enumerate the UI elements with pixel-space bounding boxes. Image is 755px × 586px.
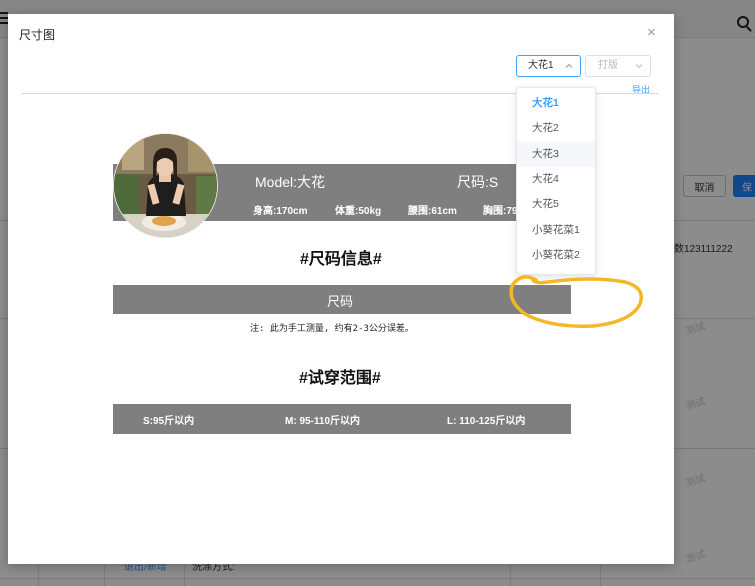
dropdown-option[interactable]: 大花5 bbox=[517, 192, 595, 217]
dropdown-option[interactable]: 小葵花菜1 bbox=[517, 218, 595, 243]
chevron-up-icon bbox=[565, 63, 573, 68]
dropdown-option[interactable]: 大花4 bbox=[517, 167, 595, 192]
measure-waist: 腰围:61cm bbox=[408, 206, 457, 217]
close-icon[interactable]: × bbox=[647, 25, 656, 40]
fit-range-title: #试穿范围# bbox=[299, 370, 381, 387]
model-dropdown: 大花1 大花2 大花3 大花4 大花5 小葵花菜1 小葵花菜2 bbox=[516, 87, 596, 275]
measure-weight: 体重:50kg bbox=[335, 206, 382, 217]
dropdown-option[interactable]: 大花3 bbox=[517, 142, 595, 167]
size-info-title: #尺码信息# bbox=[300, 251, 382, 268]
size-header-label: 尺码 bbox=[327, 294, 354, 309]
dropdown-option[interactable]: 大花2 bbox=[517, 116, 595, 141]
model-name: Model:大花 bbox=[255, 174, 326, 190]
dialog-title: 尺寸图 bbox=[19, 28, 56, 42]
measure-bust: 胸围:79 bbox=[483, 206, 518, 217]
model-size: 尺码:S bbox=[457, 174, 499, 190]
measure-height: 身高:170cm bbox=[253, 206, 308, 217]
fit-range-m: M: 95-110斤以内 bbox=[285, 416, 361, 427]
model-avatar bbox=[113, 133, 218, 238]
model-select-value: 大花1 bbox=[528, 60, 554, 71]
dropdown-option[interactable]: 大花1 bbox=[517, 91, 595, 116]
print-select[interactable]: 打版 bbox=[585, 55, 651, 77]
fit-range-l: L: 110-125斤以内 bbox=[447, 416, 526, 427]
model-select[interactable]: 大花1 bbox=[516, 55, 581, 77]
fit-range-s: S:95斤以内 bbox=[143, 416, 195, 427]
chevron-down-icon bbox=[635, 64, 643, 69]
measurement-note: 注: 此为手工测量, 约有2-3公分误差。 bbox=[250, 324, 414, 334]
export-link[interactable]: 导出 bbox=[632, 83, 650, 96]
print-select-placeholder: 打版 bbox=[598, 60, 618, 71]
dropdown-option[interactable]: 小葵花菜2 bbox=[517, 243, 595, 268]
